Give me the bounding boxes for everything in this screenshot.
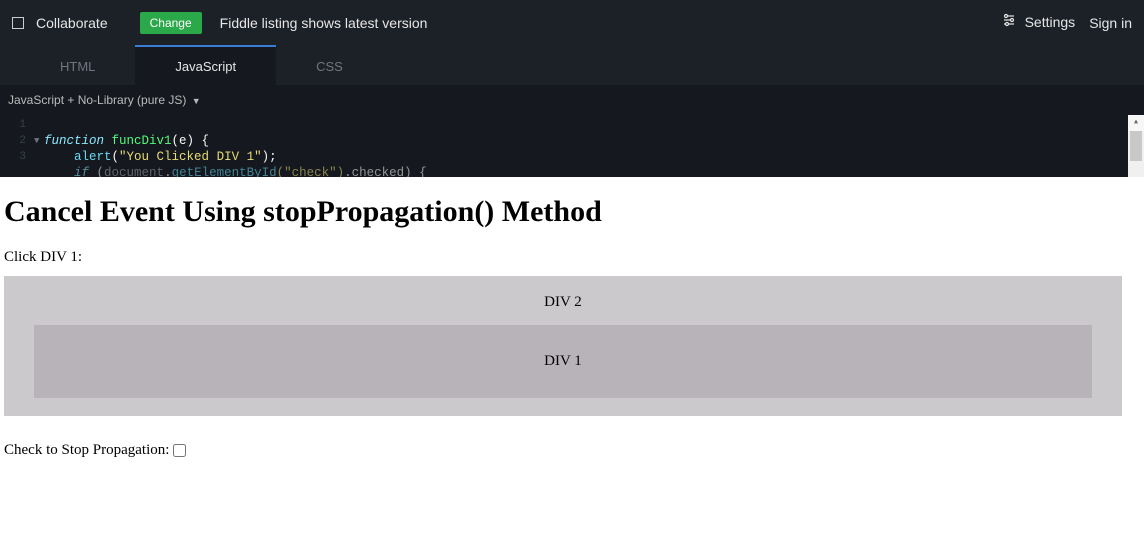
editor-subbar: JavaScript + No-Library (pure JS) ▼ bbox=[0, 85, 1144, 115]
line-number: 2 bbox=[0, 133, 34, 149]
div-2-label: DIV 2 bbox=[34, 294, 1092, 311]
code-line: 2 ▼ function funcDiv1(e) { bbox=[0, 133, 1144, 149]
scroll-thumb[interactable] bbox=[1130, 131, 1142, 161]
settings-link[interactable]: Settings bbox=[1002, 13, 1075, 32]
language-mode-label: JavaScript + No-Library (pure JS) bbox=[8, 93, 186, 107]
editor-tabs: HTML JavaScript CSS bbox=[0, 45, 1144, 85]
tab-css[interactable]: CSS bbox=[276, 45, 383, 85]
scroll-up-icon[interactable]: ▴ bbox=[1128, 115, 1144, 131]
line-number: 1 bbox=[0, 117, 34, 133]
stop-propagation-label: Check to Stop Propagation: bbox=[4, 442, 169, 459]
stop-propagation-row: Check to Stop Propagation: bbox=[2, 442, 1142, 459]
code-editor[interactable]: 1 2 ▼ function funcDiv1(e) { 3 alert("Yo… bbox=[0, 115, 1144, 177]
stop-propagation-checkbox[interactable] bbox=[173, 444, 186, 457]
caret-down-icon: ▼ bbox=[192, 96, 201, 106]
topbar: Collaborate Change Fiddle listing shows … bbox=[0, 0, 1144, 45]
tab-html[interactable]: HTML bbox=[20, 45, 135, 85]
topbar-left: Collaborate Change Fiddle listing shows … bbox=[12, 12, 427, 34]
code-line: 1 bbox=[0, 117, 1144, 133]
collaborate-label[interactable]: Collaborate bbox=[36, 15, 108, 31]
code-line: if (document.getElementById("check").che… bbox=[0, 165, 1144, 177]
div-1-label: DIV 1 bbox=[544, 353, 582, 369]
vertical-scrollbar[interactable]: ▴ bbox=[1128, 115, 1144, 177]
collaborate-icon bbox=[12, 17, 24, 29]
tab-javascript[interactable]: JavaScript bbox=[135, 45, 276, 85]
fold-toggle-icon[interactable]: ▼ bbox=[34, 133, 44, 149]
line-number: 3 bbox=[0, 149, 34, 165]
div-1[interactable]: DIV 1 bbox=[34, 325, 1092, 398]
topbar-right: Settings Sign in bbox=[1002, 13, 1132, 32]
change-button[interactable]: Change bbox=[140, 12, 202, 34]
language-mode-selector[interactable]: JavaScript + No-Library (pure JS) ▼ bbox=[8, 93, 201, 107]
settings-label: Settings bbox=[1025, 14, 1076, 30]
signin-link[interactable]: Sign in bbox=[1089, 15, 1132, 31]
click-div1-label: Click DIV 1: bbox=[2, 249, 1142, 266]
sliders-icon bbox=[1002, 13, 1016, 27]
code-line: 3 alert("You Clicked DIV 1"); bbox=[0, 149, 1144, 165]
preview-heading: Cancel Event Using stopPropagation() Met… bbox=[2, 195, 1142, 229]
preview-pane: Cancel Event Using stopPropagation() Met… bbox=[0, 177, 1144, 555]
div-2[interactable]: DIV 2 DIV 1 bbox=[4, 276, 1122, 416]
fiddle-status-text: Fiddle listing shows latest version bbox=[220, 15, 428, 31]
